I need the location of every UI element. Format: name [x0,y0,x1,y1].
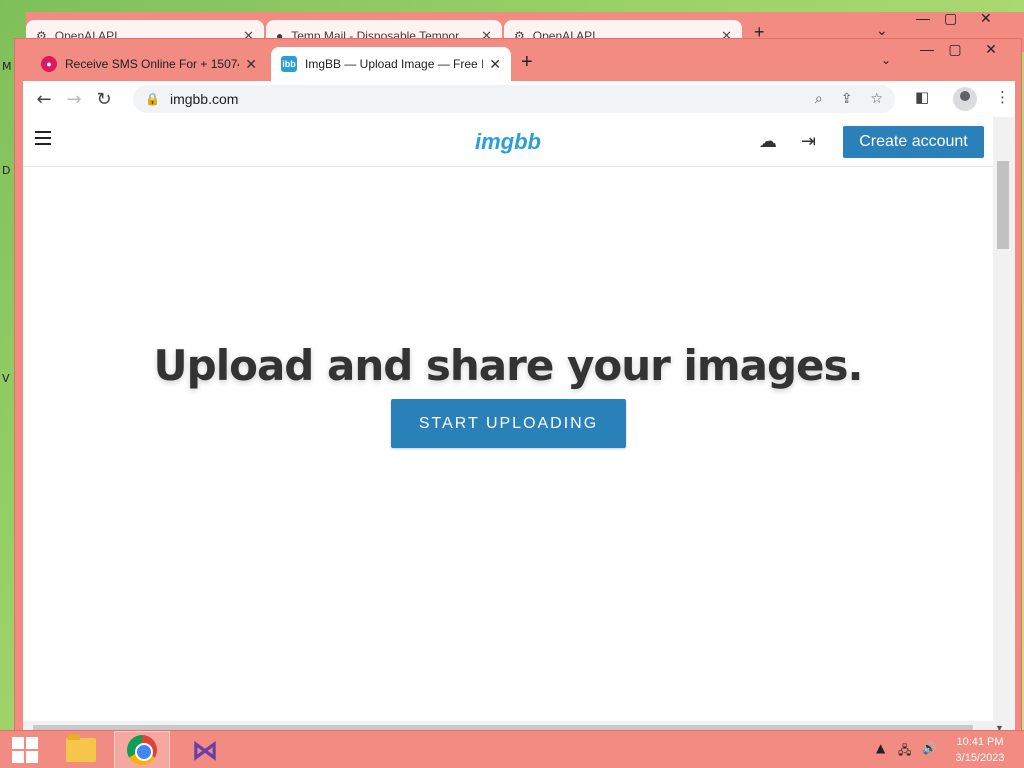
profile-avatar[interactable] [953,87,977,111]
lock-icon[interactable]: 🔒 [145,92,160,106]
reload-icon[interactable]: ↻ [89,89,119,110]
tab-receive-sms[interactable]: ● Receive SMS Online For + 15074 ✕ [31,47,267,81]
menu-kebab-icon[interactable]: ⋮ [995,88,1010,106]
visual-studio-icon: ⋈ [192,734,218,765]
chrome-icon [127,735,157,765]
taskbar-visual-studio[interactable]: ⋈ [180,731,230,768]
address-bar[interactable]: 🔒 imgbb.com ⌕ ⇪ ☆ [133,85,895,113]
folder-icon [66,734,96,762]
maximize-icon[interactable]: ▢ [944,10,957,27]
new-tab-icon[interactable]: + [521,51,533,74]
browser-window: ● Receive SMS Online For + 15074 ✕ ibb I… [14,38,1022,743]
vertical-scrollbar-thumb[interactable] [997,161,1009,249]
tab-imgbb[interactable]: ibb ImgBB — Upload Image — Free I ✕ [271,47,511,81]
sms-favicon: ● [41,56,57,72]
desktop-icon-label: V [2,372,10,385]
show-hidden-icons-icon[interactable]: ▲ [876,741,885,755]
start-uploading-button[interactable]: START UPLOADING [391,399,626,448]
start-button[interactable] [0,731,50,768]
back-icon[interactable]: ← [29,89,59,110]
windows-logo-icon [12,737,38,763]
network-icon[interactable]: 🖧 [898,741,911,762]
taskbar-chrome[interactable] [114,731,170,768]
tab-title: Receive SMS Online For + 15074 [65,57,240,71]
maximize-icon[interactable]: ▢ [937,41,973,58]
page-viewport: imgbb ☁ ⇥ Create account Upload and shar… [23,117,1015,743]
forward-icon[interactable]: → [59,89,89,110]
close-icon[interactable]: ✕ [245,56,257,73]
site-header: imgbb ☁ ⇥ Create account [23,117,993,167]
minimize-icon[interactable]: — [916,10,930,26]
url-text[interactable]: imgbb.com [170,91,797,107]
close-window-icon[interactable]: ✕ [973,41,1009,58]
tab-strip: ● Receive SMS Online For + 15074 ✕ ibb I… [15,39,1021,81]
desktop-icon-label: D [2,164,11,177]
tab-search-icon[interactable]: ⌄ [881,53,891,67]
side-panel-icon[interactable]: ◧ [915,88,929,106]
taskbar-file-explorer[interactable] [56,731,106,768]
upload-cloud-icon[interactable]: ☁ [759,131,777,152]
clock-date: 3/15/2023 [955,752,1005,764]
bookmark-star-icon[interactable]: ☆ [870,91,883,107]
close-icon[interactable]: ✕ [489,56,501,73]
taskbar: ⋈ ▲ 🖧 🔊 10:41 PM 3/15/2023 [0,730,1024,768]
imgbb-favicon: ibb [281,56,297,72]
system-clock[interactable]: 10:41 PM 3/15/2023 [948,734,1012,766]
create-account-button[interactable]: Create account [843,126,984,158]
browser-toolbar: ← → ↻ 🔒 imgbb.com ⌕ ⇪ ☆ ◧ ⋮ [23,81,1015,117]
hero-title: Upload and share your images. [153,341,864,390]
tab-search-icon[interactable]: ⌄ [876,22,888,39]
tab-title: ImgBB — Upload Image — Free I [305,57,484,71]
clock-time: 10:41 PM [956,736,1004,748]
zoom-search-icon[interactable]: ⌕ [815,91,823,107]
desktop-icon-label: M [2,60,12,73]
volume-icon[interactable]: 🔊 [922,741,937,755]
close-window-icon[interactable]: ✕ [980,10,992,27]
share-icon[interactable]: ⇪ [841,91,853,107]
sign-in-icon[interactable]: ⇥ [801,131,816,152]
